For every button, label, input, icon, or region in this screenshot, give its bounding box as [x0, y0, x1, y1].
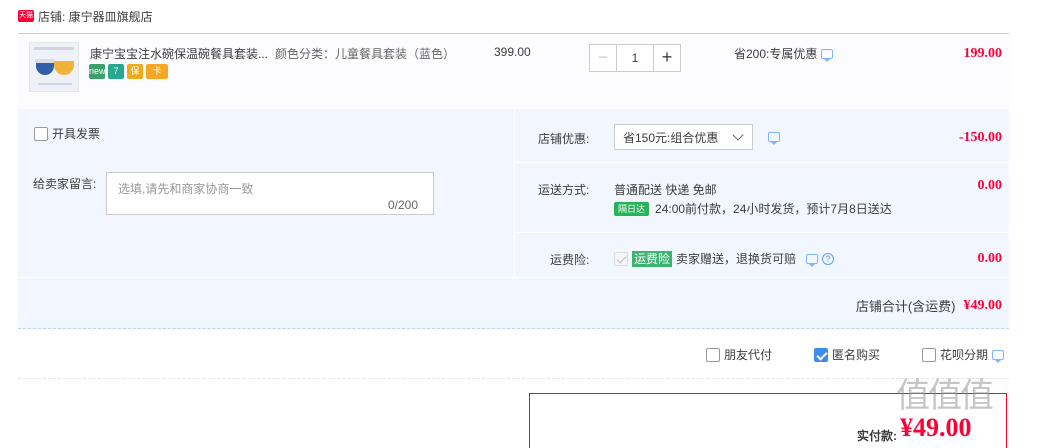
- insurance-badge: 运费险: [632, 250, 673, 267]
- watermark-logo: 值值值: [896, 376, 994, 416]
- store-total-label: 店铺合计(含运费): [855, 299, 956, 314]
- shipping-label: 运送方式:: [538, 183, 590, 197]
- next-day-badge: 隔日达: [614, 201, 650, 216]
- tmall-icon: 天猫: [18, 10, 34, 22]
- shop-name[interactable]: 店铺: 康宁器皿旗舰店: [38, 8, 153, 25]
- seven-day-return-icon[interactable]: 7: [108, 64, 124, 79]
- payment-label: 实付款:: [857, 429, 897, 443]
- huabei-option[interactable]: 花呗分期: [922, 346, 1005, 363]
- item-total: 199.00: [963, 46, 1003, 61]
- store-total: 店铺合计(含运费) ¥49.00: [856, 296, 1002, 315]
- comment-icon[interactable]: [768, 132, 780, 145]
- comment-icon[interactable]: [806, 253, 819, 267]
- unit-price: 399.00: [494, 45, 531, 59]
- product-thumbnail[interactable]: [29, 42, 79, 92]
- coupon-select[interactable]: 省150元:组合优惠: [614, 124, 753, 150]
- message-label: 给卖家留言:: [33, 177, 97, 191]
- help-icon[interactable]: ?: [822, 252, 835, 265]
- friend-pay-label: 朋友代付: [724, 348, 773, 362]
- insurance-checkbox: [614, 251, 628, 266]
- quantity-input[interactable]: 1: [617, 44, 653, 72]
- message-placeholder: 选填,请先和商家协商一致: [118, 182, 254, 196]
- comment-icon[interactable]: [821, 48, 834, 62]
- coupon-label: 店铺优惠:: [538, 132, 590, 146]
- insurance-detail: 运费险 卖家赠送，退换货可赔 ?: [614, 250, 835, 267]
- quantity-stepper: − 1 +: [589, 44, 681, 72]
- product-title[interactable]: 康宁宝宝注水碗保温碗餐具套装...: [90, 45, 268, 62]
- huabei-label: 花呗分期: [940, 348, 989, 362]
- anonymous-label: 匿名购买: [832, 348, 881, 362]
- coupon-selected: 省150元:组合优惠: [623, 130, 719, 145]
- invoice-option[interactable]: 开具发票: [34, 125, 100, 142]
- store-total-amount: ¥49.00: [963, 297, 1003, 313]
- payment-amount: ¥49.00: [900, 413, 972, 442]
- shipping-method: 普通配送 快递 免邮: [614, 183, 717, 197]
- quantity-minus-button[interactable]: −: [589, 44, 617, 72]
- message-char-count: 0/200: [388, 198, 419, 212]
- coupon-amount: -150.00: [958, 130, 1002, 145]
- new-icon[interactable]: new: [89, 64, 106, 79]
- friend-pay-option[interactable]: 朋友代付: [706, 346, 772, 363]
- comment-icon[interactable]: [992, 349, 1005, 363]
- friend-pay-checkbox[interactable]: [706, 347, 720, 362]
- shipping-detail: 隔日达 24:00前付款，24小时发货，预计7月8日送达: [614, 200, 892, 217]
- invoice-checkbox[interactable]: [34, 126, 48, 141]
- service-icons: new 7 保 卡: [89, 64, 168, 79]
- product-sku: 颜色分类：儿童餐具套装（蓝色）: [275, 47, 456, 61]
- invoice-label: 开具发票: [52, 127, 101, 141]
- shop-header: 天猫 店铺: 康宁器皿旗舰店: [18, 8, 153, 24]
- insurance-label: 运费险:: [550, 253, 590, 267]
- anonymous-option[interactable]: 匿名购买: [814, 346, 880, 363]
- insurance-desc: 卖家赠送，退换货可赔: [676, 252, 797, 266]
- shipping-amount: 0.00: [977, 178, 1003, 193]
- guarantee-icon[interactable]: 保: [127, 64, 143, 79]
- anonymous-checkbox[interactable]: [814, 347, 828, 362]
- shipping-desc: 24:00前付款，24小时发货，预计7月8日送达: [655, 202, 892, 216]
- chevron-down-icon: [732, 129, 744, 141]
- promo-label: 省200:专属优惠: [734, 47, 818, 61]
- insurance-amount: 0.00: [977, 251, 1003, 266]
- huabei-checkbox[interactable]: [922, 347, 936, 362]
- card-icon[interactable]: 卡: [146, 64, 168, 79]
- quantity-plus-button[interactable]: +: [653, 44, 681, 72]
- item-promo: 省200:专属优惠: [734, 45, 834, 62]
